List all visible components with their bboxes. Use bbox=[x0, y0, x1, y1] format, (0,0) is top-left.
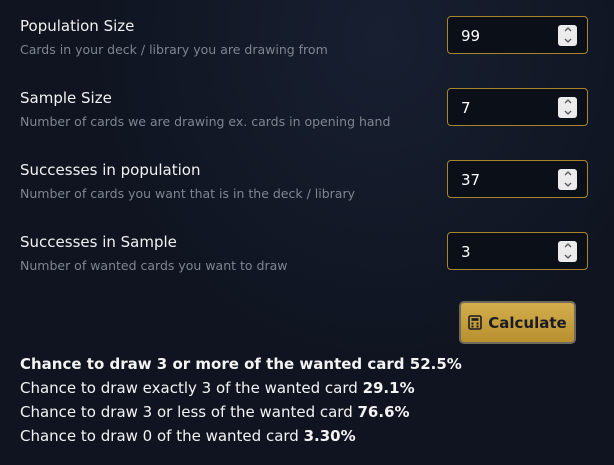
successes-in-sample-label: Successes in Sample bbox=[20, 233, 177, 251]
successes-in-sample-row: Successes in Sample Number of wanted car… bbox=[0, 232, 614, 292]
successes-in-population-input[interactable]: 37 bbox=[447, 160, 588, 198]
results-panel: Chance to draw 3 or more of the wanted c… bbox=[20, 352, 462, 448]
result-value: 29.1% bbox=[362, 379, 415, 397]
increment-icon[interactable] bbox=[558, 169, 577, 179]
population-size-row: Population Size Cards in your deck / lib… bbox=[0, 16, 614, 76]
successes-in-sample-input[interactable]: 3 bbox=[447, 232, 588, 270]
calculate-button[interactable]: Calculate bbox=[459, 301, 576, 344]
result-line: Chance to draw 3 or more of the wanted c… bbox=[20, 352, 462, 376]
successes-in-population-row: Successes in population Number of cards … bbox=[0, 160, 614, 220]
successes-in-sample-spinner[interactable] bbox=[558, 241, 577, 262]
successes-in-sample-value: 3 bbox=[461, 243, 471, 261]
population-size-help: Cards in your deck / library you are dra… bbox=[20, 42, 328, 57]
sample-size-input[interactable]: 7 bbox=[447, 88, 588, 126]
decrement-icon[interactable] bbox=[558, 252, 577, 262]
result-line: Chance to draw exactly 3 of the wanted c… bbox=[20, 376, 462, 400]
decrement-icon[interactable] bbox=[558, 108, 577, 118]
decrement-icon[interactable] bbox=[558, 180, 577, 190]
sample-size-row: Sample Size Number of cards we are drawi… bbox=[0, 88, 614, 148]
result-line: Chance to draw 3 or less of the wanted c… bbox=[20, 400, 462, 424]
sample-size-spinner[interactable] bbox=[558, 97, 577, 118]
sample-size-value: 7 bbox=[461, 99, 471, 117]
population-size-value: 99 bbox=[461, 27, 481, 45]
population-size-input[interactable]: 99 bbox=[447, 16, 588, 54]
sample-size-help: Number of cards we are drawing ex. cards… bbox=[20, 114, 391, 129]
calculator-icon bbox=[468, 315, 483, 330]
decrement-icon[interactable] bbox=[558, 36, 577, 46]
result-value: 52.5% bbox=[409, 355, 462, 373]
successes-in-population-label: Successes in population bbox=[20, 161, 201, 179]
successes-in-population-spinner[interactable] bbox=[558, 169, 577, 190]
successes-in-population-value: 37 bbox=[461, 171, 481, 189]
population-size-label: Population Size bbox=[20, 17, 135, 35]
increment-icon[interactable] bbox=[558, 241, 577, 251]
population-size-spinner[interactable] bbox=[558, 25, 577, 46]
increment-icon[interactable] bbox=[558, 97, 577, 107]
result-text: Chance to draw 3 or more of the wanted c… bbox=[20, 355, 410, 373]
result-value: 3.30% bbox=[303, 427, 356, 445]
result-text: Chance to draw 3 or less of the wanted c… bbox=[20, 403, 358, 421]
result-line: Chance to draw 0 of the wanted card 3.30… bbox=[20, 424, 462, 448]
result-value: 76.6% bbox=[357, 403, 410, 421]
result-text: Chance to draw 0 of the wanted card bbox=[20, 427, 304, 445]
successes-in-sample-help: Number of wanted cards you want to draw bbox=[20, 258, 288, 273]
successes-in-population-help: Number of cards you want that is in the … bbox=[20, 186, 355, 201]
sample-size-label: Sample Size bbox=[20, 89, 112, 107]
calculate-label: Calculate bbox=[488, 313, 567, 332]
result-text: Chance to draw exactly 3 of the wanted c… bbox=[20, 379, 363, 397]
increment-icon[interactable] bbox=[558, 25, 577, 35]
